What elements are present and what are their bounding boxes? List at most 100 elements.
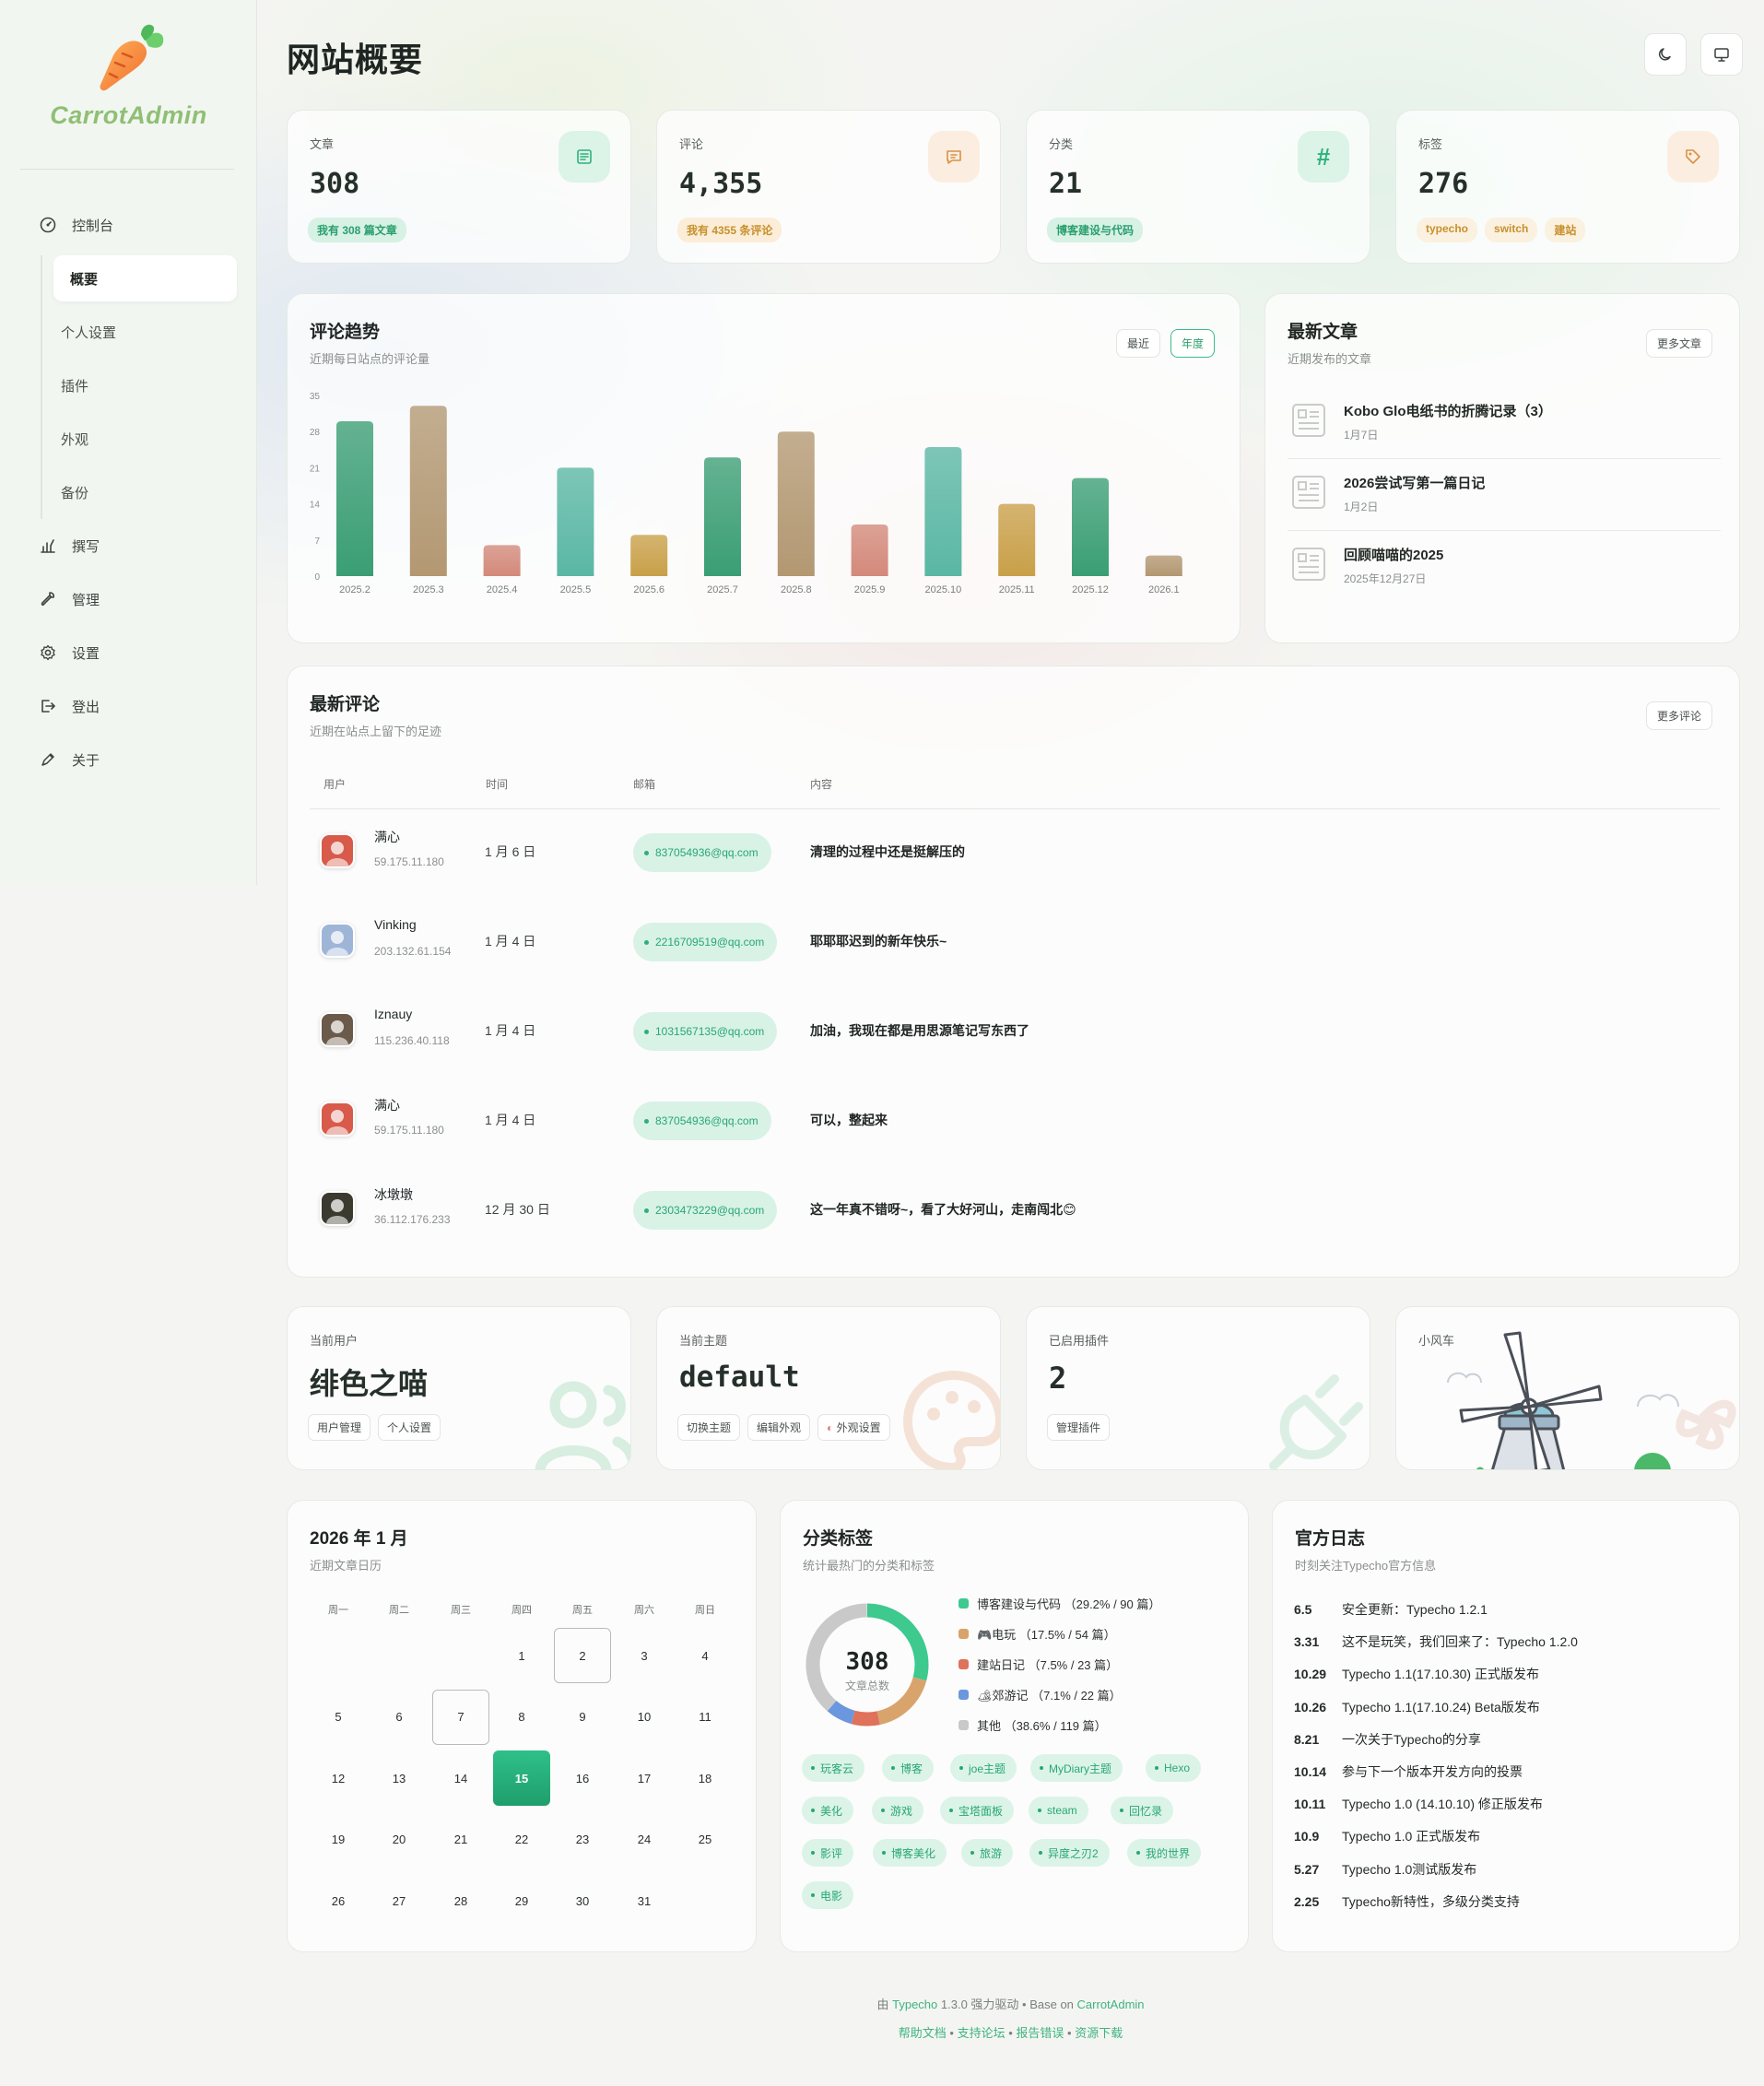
avatar[interactable] [320, 1012, 355, 1047]
calendar-day[interactable]: 18 [676, 1750, 734, 1806]
chart-bar[interactable] [851, 524, 888, 576]
chart-bar[interactable] [483, 545, 521, 576]
comment-content[interactable]: 耶耶耶迟到的新年快乐~ [810, 932, 947, 950]
sidebar-subitem-appearance[interactable]: 外观 [42, 412, 257, 466]
switch-theme-button[interactable]: 切换主题 [677, 1414, 741, 1441]
calendar-day[interactable]: 3 [616, 1628, 673, 1683]
user-manage-button[interactable]: 用户管理 [308, 1414, 371, 1441]
chart-bar[interactable] [1072, 477, 1109, 576]
view-site-button[interactable] [1700, 33, 1743, 76]
calendar-day[interactable]: 19 [310, 1812, 367, 1868]
sidebar-item-manage[interactable]: 管理 [0, 572, 257, 626]
calendar-day[interactable]: 14 [432, 1750, 489, 1806]
chart-bar[interactable] [557, 467, 594, 576]
sidebar-item-settings[interactable]: 设置 [0, 626, 257, 679]
calendar-day[interactable]: 20 [370, 1812, 428, 1868]
stat-card-categories[interactable]: 分类 21 # 博客建设与代码 [1026, 110, 1370, 264]
dark-mode-button[interactable] [1644, 33, 1687, 76]
logo[interactable]: CarrotAdmin [0, 22, 257, 130]
calendar-day[interactable]: 9 [554, 1690, 611, 1745]
chart-bar[interactable] [998, 503, 1036, 576]
more-comments-button[interactable]: 更多评论 [1646, 701, 1713, 730]
calendar-day[interactable]: 1 [493, 1628, 550, 1683]
category-tag[interactable]: 美化 [802, 1797, 854, 1824]
comment-row[interactable]: 冰墩墩 36.112.176.233 12 月 30 日 2303473229@qq.… [309, 1165, 1719, 1255]
category-tag[interactable]: steam [1029, 1797, 1088, 1824]
calendar-day[interactable]: 31 [616, 1873, 673, 1928]
category-tag[interactable]: 我的世界 [1127, 1839, 1202, 1867]
log-item[interactable]: 2.25 Typecho新特性，多级分类支持 [1294, 1892, 1520, 1911]
category-tag[interactable]: 旅游 [961, 1839, 1014, 1867]
comment-user[interactable]: 满心 [374, 1096, 400, 1114]
report-bug-link[interactable]: 报告错误 [1016, 2026, 1064, 2040]
calendar-day[interactable]: 24 [616, 1812, 673, 1868]
comment-row[interactable]: Vinking 203.132.61.154 1 月 4 日 2216709519@q… [309, 897, 1719, 986]
calendar-day-with-post[interactable]: 7 [432, 1689, 489, 1745]
calendar-day[interactable]: 27 [370, 1873, 428, 1928]
calendar-day-today[interactable]: 15 [493, 1750, 550, 1806]
category-tag[interactable]: 异度之刃2 [1029, 1839, 1110, 1867]
calendar-day[interactable]: 16 [554, 1750, 611, 1806]
calendar-day[interactable]: 5 [310, 1690, 367, 1745]
comment-user[interactable]: 满心 [374, 828, 400, 846]
calendar-day[interactable]: 4 [676, 1628, 734, 1683]
comment-user[interactable]: 冰墩墩 [374, 1185, 413, 1204]
chart-bar[interactable] [777, 431, 815, 576]
comment-email-badge[interactable]: 837054936@qq.com [633, 833, 771, 872]
comment-email-badge[interactable]: 2216709519@qq.com [633, 923, 778, 961]
log-item[interactable]: 5.27 Typecho 1.0测试版发布 [1294, 1860, 1476, 1879]
comment-user[interactable]: Iznauy [374, 1007, 412, 1021]
downloads-link[interactable]: 资源下载 [1075, 2026, 1123, 2040]
calendar-day[interactable]: 28 [432, 1873, 489, 1928]
chart-bar[interactable] [336, 421, 373, 576]
sidebar-item-about[interactable]: 关于 [0, 733, 257, 786]
comment-content[interactable]: 可以，整起来 [810, 1111, 888, 1129]
sidebar-item-logout[interactable]: 登出 [0, 679, 257, 733]
sidebar-subitem-backup[interactable]: 备份 [42, 466, 257, 519]
calendar-day[interactable]: 13 [370, 1750, 428, 1806]
category-tag[interactable]: joe主题 [950, 1754, 1017, 1782]
category-tag[interactable]: 游戏 [872, 1797, 924, 1824]
comment-row[interactable]: 满心 59.175.11.180 1 月 6 日 837054936@qq.com 清理… [309, 807, 1719, 897]
stat-card-tags[interactable]: 标签 276 typecho switch 建站 [1395, 110, 1740, 264]
calendar-day[interactable]: 22 [493, 1812, 550, 1868]
calendar-day[interactable]: 12 [310, 1750, 367, 1806]
support-forum-link[interactable]: 支持论坛 [958, 2026, 1005, 2040]
calendar-day[interactable]: 17 [616, 1750, 673, 1806]
sidebar-subitem-plugins[interactable]: 插件 [42, 359, 257, 412]
chart-bar[interactable] [630, 535, 668, 576]
sidebar-subitem-overview[interactable]: 概要 [53, 255, 237, 301]
avatar[interactable] [320, 1191, 355, 1226]
calendar-day[interactable]: 23 [554, 1812, 611, 1868]
comment-content[interactable]: 这一年真不错呀~，看了大好河山，走南闯北😊 [810, 1200, 1076, 1219]
log-item[interactable]: 6.5 安全更新：Typecho 1.2.1 [1294, 1600, 1488, 1619]
donut-slice[interactable] [827, 1700, 855, 1725]
calendar-day[interactable]: 26 [310, 1873, 367, 1928]
sidebar-subitem-profile[interactable]: 个人设置 [42, 305, 257, 359]
post-item[interactable]: 回顾喵喵的2025 2025年12月27日 [1288, 534, 1721, 598]
comment-email-badge[interactable]: 2303473229@qq.com [633, 1191, 778, 1230]
stat-card-comments[interactable]: 评论 4,355 我有 4355 条评论 [656, 110, 1001, 264]
comment-email-badge[interactable]: 837054936@qq.com [633, 1102, 771, 1140]
stat-card-articles[interactable]: 文章 308 我有 308 篇文章 [287, 110, 631, 264]
calendar-day[interactable]: 25 [676, 1812, 734, 1868]
category-tag[interactable]: 博客 [882, 1754, 935, 1782]
category-tag[interactable]: 博客美化 [873, 1839, 947, 1867]
log-item[interactable]: 8.21 一次关于Typecho的分享 [1294, 1730, 1481, 1749]
avatar[interactable] [320, 833, 355, 868]
sidebar-item-write[interactable]: 撰写 [0, 519, 257, 572]
chart-bar[interactable] [1145, 555, 1182, 576]
profile-button[interactable]: 个人设置 [378, 1414, 441, 1441]
log-item[interactable]: 10.29 Typecho 1.1(17.10.30) 正式版发布 [1294, 1665, 1539, 1683]
comment-user[interactable]: Vinking [374, 917, 417, 932]
category-tag[interactable]: 影评 [802, 1839, 854, 1867]
sidebar-item-dashboard[interactable]: 控制台 [0, 198, 257, 252]
manage-plugins-button[interactable]: 管理插件 [1047, 1414, 1111, 1441]
typecho-link[interactable]: Typecho [892, 1998, 937, 2011]
comment-row[interactable]: 满心 59.175.11.180 1 月 4 日 837054936@qq.com 可以… [309, 1076, 1719, 1165]
category-tag[interactable]: MyDiary主题 [1030, 1754, 1123, 1782]
comment-content[interactable]: 清理的过程中还是挺解压的 [810, 843, 965, 861]
log-item[interactable]: 10.14 参与下一个版本开发方向的投票 [1294, 1762, 1523, 1781]
calendar-day[interactable]: 30 [554, 1873, 611, 1928]
log-item[interactable]: 3.31 这不是玩笑，我们回来了：Typecho 1.2.0 [1294, 1632, 1578, 1651]
